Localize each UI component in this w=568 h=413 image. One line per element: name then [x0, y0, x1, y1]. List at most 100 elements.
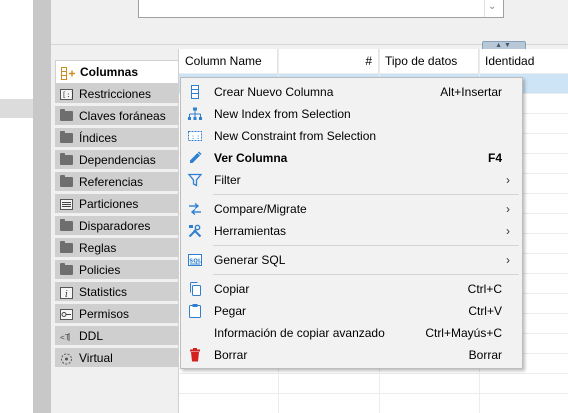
columns-add-icon [61, 67, 75, 80]
menu-item-shortcut: Borrar [468, 348, 502, 362]
grid-line [179, 73, 568, 74]
column-header-number[interactable]: # [278, 49, 379, 73]
menu-item-shortcut: Ctrl+V [468, 304, 502, 318]
menu-item-new-constraint[interactable]: :: New Constraint from Selection [181, 125, 522, 147]
folder-icon [60, 240, 73, 253]
tab-ddl[interactable]: <T DDL [55, 326, 178, 346]
left-area [0, 0, 33, 413]
tab-particiones[interactable]: Particiones [55, 194, 178, 214]
tab-label: Claves foráneas [79, 108, 166, 123]
chevron-right-icon: › [506, 202, 510, 216]
new-column-icon [187, 84, 203, 100]
menu-item-shortcut: F4 [487, 151, 502, 165]
tab-dependencias[interactable]: Dependencias [55, 150, 178, 170]
filter-icon [187, 172, 203, 188]
menu-item-herramientas[interactable]: Herramientas › [181, 220, 522, 242]
grid-line [179, 393, 568, 394]
menu-item-ver-columna[interactable]: Ver Columna F4 [181, 147, 522, 169]
permissions-icon [60, 308, 73, 320]
menu-item-label: Filter [214, 173, 241, 187]
tab-claves-foraneas[interactable]: Claves foráneas [55, 106, 178, 126]
constraint-icon: [:] [60, 88, 75, 100]
column-header-name[interactable]: Column Name [179, 49, 278, 73]
column-header-type[interactable]: Tipo de datos [379, 49, 479, 73]
tab-statistics[interactable]: i Statistics [55, 282, 178, 302]
tab-virtual[interactable]: Virtual [55, 348, 178, 368]
svg-text:i: i [65, 290, 68, 299]
menu-item-label: Herramientas [214, 224, 287, 238]
folder-icon [60, 218, 73, 231]
menu-item-filter[interactable]: Filter › [181, 169, 522, 191]
folder-icon [60, 130, 73, 143]
tab-columnas[interactable]: Columnas [55, 60, 179, 84]
tab-label: Particiones [79, 196, 139, 211]
menu-item-label: Pegar [214, 304, 247, 318]
menu-item-label: Crear Nuevo Columna [214, 85, 334, 99]
menu-item-copiar-avanzado[interactable]: Información de copiar avanzado Ctrl+Mayú… [181, 322, 522, 344]
tools-icon [187, 223, 203, 239]
chevron-right-icon: › [506, 253, 510, 267]
folder-icon [60, 108, 73, 121]
column-header-identity[interactable]: Identidad [479, 49, 568, 73]
tab-referencias[interactable]: Referencias [55, 172, 178, 192]
menu-item-label: Borrar [214, 348, 248, 362]
svg-text::: : [196, 133, 200, 141]
tab-label: Restricciones [79, 86, 152, 101]
svg-text:<T: <T [60, 333, 70, 342]
menu-item-shortcut: Ctrl+Mayús+C [425, 326, 502, 340]
svg-text:[:]: [:] [62, 91, 73, 99]
sql-icon: SQL [187, 252, 203, 268]
copy-icon [187, 281, 203, 297]
tab-reglas[interactable]: Reglas [55, 238, 178, 258]
tab-label: Statistics [79, 284, 128, 299]
menu-separator [213, 194, 519, 195]
tab-indices[interactable]: Índices [55, 128, 178, 148]
list-icon [60, 198, 73, 210]
folder-icon [60, 174, 73, 187]
context-menu: Crear Nuevo Columna Alt+Insertar New Ind… [180, 77, 523, 369]
tab-label: Virtual [79, 350, 113, 365]
pencil-icon [187, 150, 203, 166]
tab-label: Dependencias [79, 152, 156, 167]
menu-item-label: New Index from Selection [214, 107, 351, 121]
tab-label: Referencias [79, 174, 144, 189]
menu-item-copiar[interactable]: Copiar Ctrl+C [181, 278, 522, 300]
paste-icon [187, 303, 203, 319]
tab-label: Columnas [80, 65, 139, 79]
menu-item-label: Ver Columna [214, 151, 288, 165]
left-gutter [33, 0, 51, 413]
chevron-right-icon: › [506, 173, 510, 187]
tab-permisos[interactable]: Permisos [55, 304, 178, 324]
tab-disparadores[interactable]: Disparadores [55, 216, 178, 236]
menu-item-label: New Constraint from Selection [214, 129, 377, 143]
tab-label: Reglas [79, 240, 117, 255]
ddl-icon: <T [60, 331, 73, 342]
grid-border [178, 49, 179, 413]
tab-label: DDL [79, 328, 104, 343]
folder-icon [60, 152, 73, 165]
chevron-down-icon[interactable]: ⌄ [488, 1, 496, 12]
description-textarea[interactable] [138, 0, 504, 18]
virtual-icon [60, 353, 73, 364]
tab-label: Permisos [79, 306, 130, 321]
menu-item-shortcut: Alt+Insertar [440, 85, 502, 99]
tab-restricciones[interactable]: [:] Restricciones [55, 84, 178, 104]
menu-item-compare-migrate[interactable]: Compare/Migrate › [181, 198, 522, 220]
tab-policies[interactable]: Policies [55, 260, 178, 280]
index-icon [187, 106, 203, 122]
compare-icon [187, 201, 203, 217]
svg-text::: : [191, 133, 195, 141]
menu-separator [213, 274, 519, 275]
menu-item-crear-columna[interactable]: Crear Nuevo Columna Alt+Insertar [181, 81, 522, 103]
menu-separator [213, 245, 519, 246]
menu-item-pegar[interactable]: Pegar Ctrl+V [181, 300, 522, 322]
menu-item-new-index[interactable]: New Index from Selection [181, 103, 522, 125]
menu-item-generar-sql[interactable]: SQL Generar SQL › [181, 249, 522, 271]
menu-item-label: Generar SQL [214, 253, 286, 267]
grid-line [179, 373, 568, 374]
info-icon: i [60, 286, 73, 300]
tab-label: Disparadores [79, 218, 151, 233]
menu-item-borrar[interactable]: Borrar Borrar [181, 344, 522, 366]
tab-label: Índices [79, 130, 118, 145]
chevron-right-icon: › [506, 224, 510, 238]
